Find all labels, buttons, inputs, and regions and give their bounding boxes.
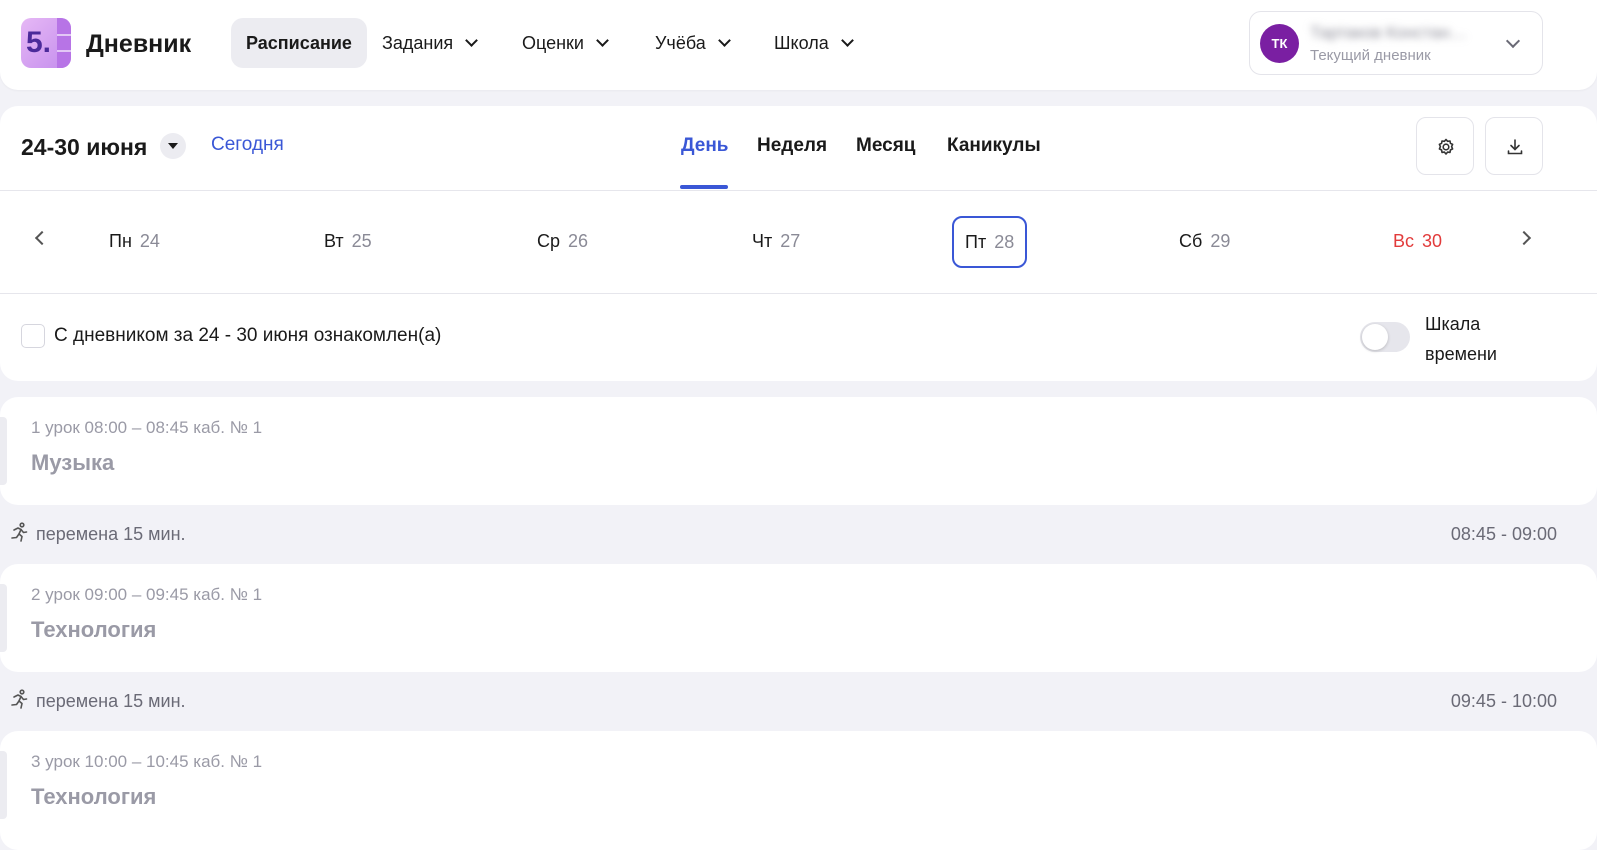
day-name: Ср [537, 231, 561, 251]
lesson-subject: Технология [31, 784, 157, 809]
day-name: Чт [752, 231, 773, 251]
break-time: 09:45 - 10:00 [1450, 691, 1557, 711]
nav-school[interactable]: Школа [774, 18, 854, 68]
day-name: Пн [109, 231, 132, 251]
day-name: Вт [324, 231, 344, 251]
nav-assignments[interactable]: Задания [382, 18, 479, 68]
app-logo[interactable]: 5. [21, 18, 71, 68]
lesson-indicator [0, 417, 7, 485]
day-number: 24 [139, 231, 160, 251]
day-name: Пт [965, 232, 987, 252]
lesson-subject: Музыка [31, 450, 115, 475]
day-wed[interactable]: Ср 26 [537, 215, 588, 267]
top-header: 5. Дневник Расписание Задания Оценки Учё… [0, 0, 1597, 90]
acknowledge-label: С дневником за 24 - 30 июня ознакомлен(а… [54, 325, 442, 346]
divider [0, 293, 1597, 294]
user-name: Тартаков Констан… [1310, 23, 1467, 42]
chevron-right-icon[interactable] [1516, 230, 1532, 246]
tab-month[interactable]: Месяц [856, 134, 915, 158]
chevron-down-icon [1505, 33, 1521, 49]
nav-schedule-label: Расписание [246, 33, 352, 53]
day-fri-selected[interactable]: Пт 28 [952, 216, 1028, 268]
nav-assignments-label: Задания [382, 33, 454, 53]
nav-schedule[interactable]: Расписание [231, 18, 367, 68]
chevron-down-icon [596, 34, 609, 47]
app-title: Дневник [86, 30, 192, 58]
acknowledge-checkbox[interactable] [21, 324, 45, 348]
day-tue[interactable]: Вт 25 [324, 215, 372, 267]
day-name: Сб [1179, 231, 1203, 251]
break-text: перемена 15 мин. [36, 524, 186, 544]
lesson-indicator [0, 584, 7, 652]
week-panel: 24-30 июня Сегодня День Неделя Месяц Кан… [0, 106, 1597, 381]
day-number: 30 [1422, 231, 1443, 251]
download-icon [1507, 139, 1523, 155]
break-time: 08:45 - 09:00 [1450, 524, 1557, 544]
lesson-meta: 3 урок 10:00 – 10:45 каб. № 1 [31, 752, 263, 771]
timeline-label-line1: Шкала [1425, 314, 1481, 334]
settings-button[interactable] [1416, 117, 1474, 175]
break-row: перемена 15 мин. 08:45 - 09:00 [0, 514, 1597, 554]
tab-day[interactable]: День [681, 134, 729, 158]
day-number: 28 [994, 232, 1015, 252]
nav-grades-label: Оценки [522, 33, 584, 53]
lesson-meta: 1 урок 08:00 – 08:45 каб. № 1 [31, 418, 263, 437]
running-person-icon [11, 689, 28, 709]
lesson-meta: 2 урок 09:00 – 09:45 каб. № 1 [31, 585, 263, 604]
break-text: перемена 15 мин. [36, 691, 186, 711]
lesson-subject: Технология [31, 617, 157, 642]
lesson-card[interactable]: 2 урок 09:00 – 09:45 каб. № 1 Технология [0, 564, 1597, 672]
divider [0, 190, 1597, 191]
day-mon[interactable]: Пн 24 [109, 215, 160, 267]
lesson-indicator [0, 751, 7, 819]
chevron-left-icon[interactable] [34, 230, 50, 246]
day-sat[interactable]: Сб 29 [1179, 215, 1230, 267]
running-person-icon [11, 522, 28, 542]
tab-week[interactable]: Неделя [757, 134, 827, 158]
day-name: Вс [1393, 231, 1415, 251]
today-link[interactable]: Сегодня [211, 134, 284, 156]
avatar: ТК [1260, 24, 1299, 63]
user-switcher[interactable]: ТК Тартаков Констан… Текущий дневник [1249, 11, 1543, 75]
lesson-card[interactable]: 1 урок 08:00 – 08:45 каб. № 1 Музыка [0, 397, 1597, 505]
date-range-dropdown-icon[interactable] [160, 133, 186, 159]
nav-study[interactable]: Учёба [655, 18, 731, 68]
nav-grades[interactable]: Оценки [522, 18, 609, 68]
user-subtitle: Текущий дневник [1310, 47, 1431, 64]
day-number: 27 [780, 231, 801, 251]
break-row: перемена 15 мин. 09:45 - 10:00 [0, 681, 1597, 721]
day-number: 29 [1210, 231, 1231, 251]
day-sun[interactable]: Вс 30 [1393, 215, 1442, 267]
day-number: 26 [568, 231, 589, 251]
timeline-label: Шкала времени [1425, 309, 1525, 369]
active-tab-indicator [680, 185, 728, 189]
gear-icon [1438, 138, 1454, 155]
tab-holidays[interactable]: Каникулы [947, 134, 1041, 158]
chevron-down-icon [465, 34, 479, 47]
download-button[interactable] [1485, 117, 1543, 175]
day-thu[interactable]: Чт 27 [752, 215, 800, 267]
nav-school-label: Школа [774, 33, 829, 53]
chevron-down-icon [840, 34, 854, 47]
chevron-down-icon [717, 34, 731, 47]
date-range-title: 24-30 июня [21, 134, 148, 160]
day-number: 25 [351, 231, 372, 251]
timeline-toggle[interactable] [1360, 322, 1410, 352]
nav-study-label: Учёба [655, 33, 706, 53]
logo-text: 5. [26, 26, 52, 59]
logo-strip [57, 18, 71, 68]
lesson-card[interactable]: 3 урок 10:00 – 10:45 каб. № 1 Технология [0, 731, 1597, 850]
timeline-label-line2: времени [1425, 344, 1497, 364]
